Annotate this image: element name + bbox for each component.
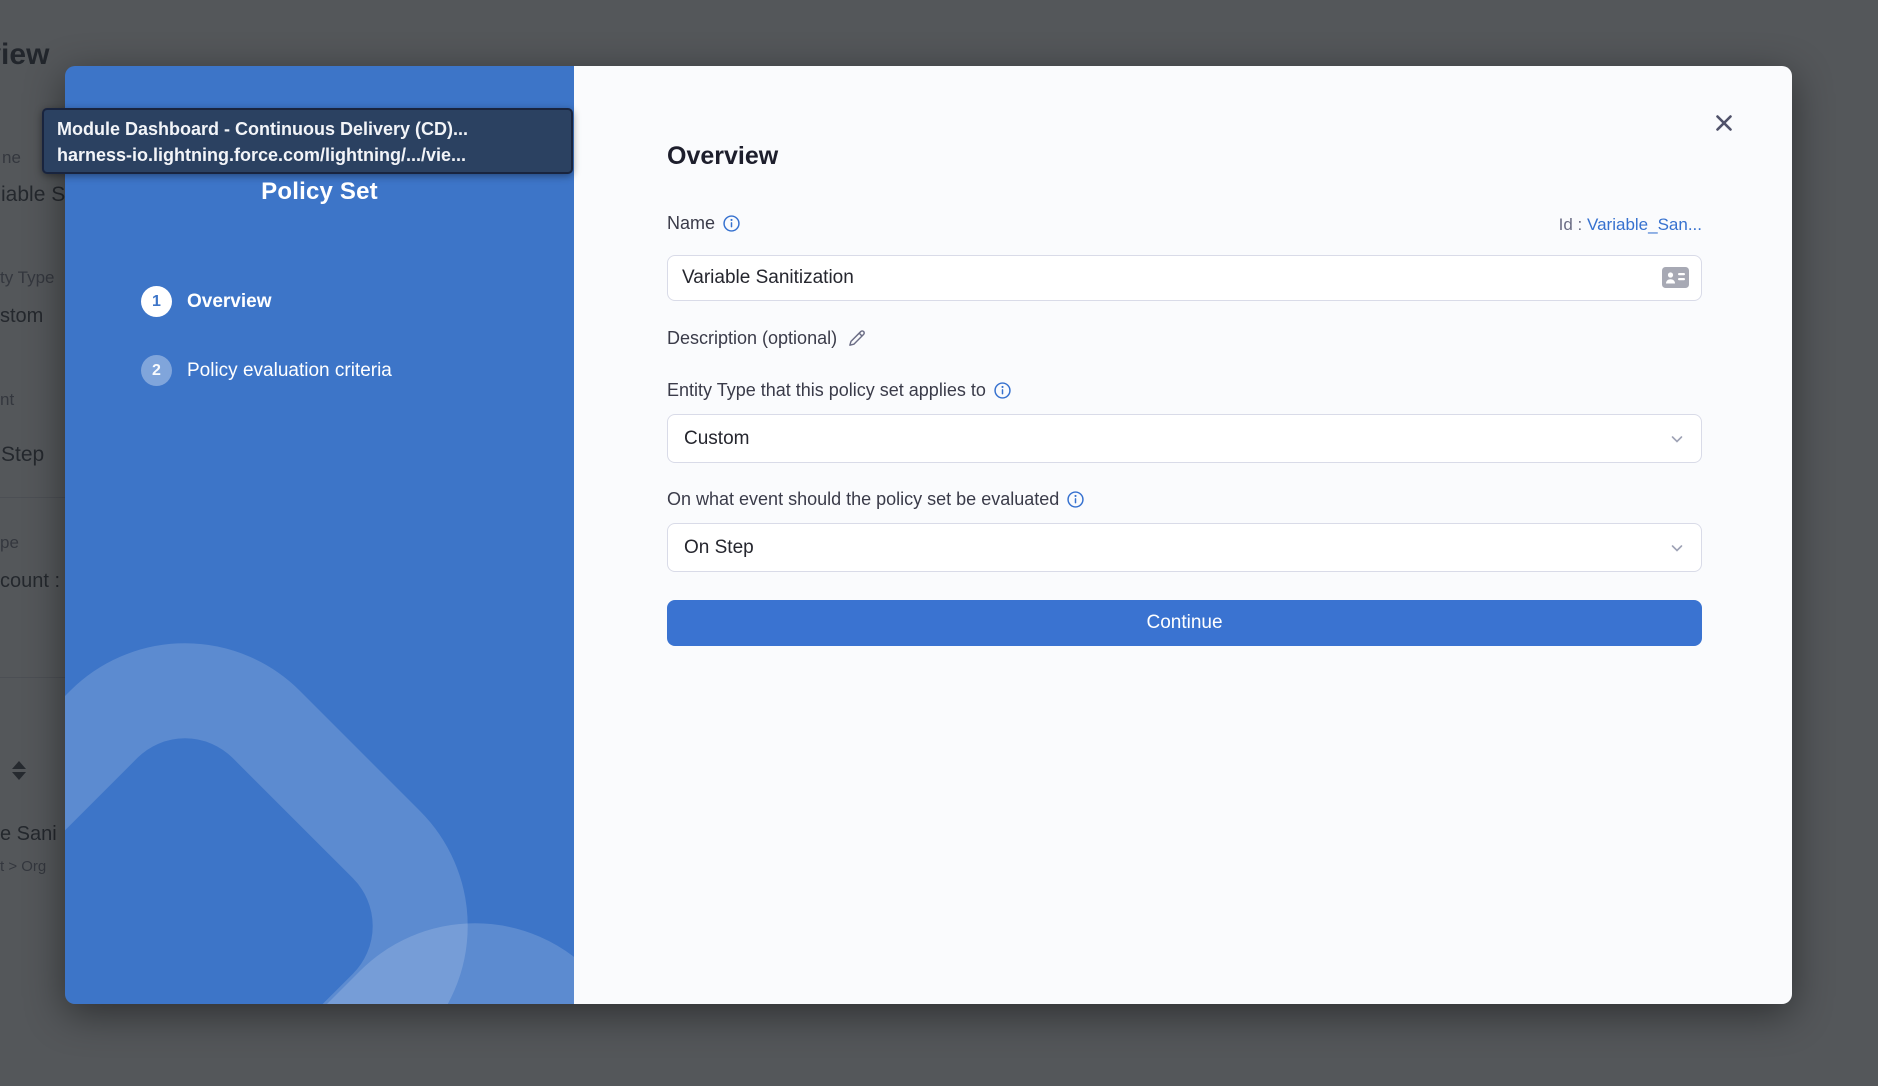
name-input[interactable] bbox=[667, 255, 1702, 301]
continue-button[interactable]: Continue bbox=[667, 600, 1702, 646]
entity-type-label: Entity Type that this policy set applies… bbox=[667, 380, 986, 401]
event-value: On Step bbox=[684, 537, 1669, 559]
close-icon bbox=[1711, 110, 1737, 136]
name-label: Name bbox=[667, 213, 715, 234]
event-label: On what event should the policy set be e… bbox=[667, 489, 1059, 510]
edit-description-button[interactable] bbox=[847, 329, 866, 348]
entity-id: Id : Variable_San... bbox=[1559, 215, 1702, 235]
wizard-step-overview[interactable]: 1 Overview bbox=[141, 286, 272, 317]
pencil-icon bbox=[847, 329, 866, 348]
policy-set-form: Overview Name Id : Variable_San... bbox=[667, 66, 1702, 1004]
id-link[interactable]: Variable_San... bbox=[1587, 215, 1702, 234]
info-icon bbox=[994, 382, 1011, 399]
event-select[interactable]: On Step bbox=[667, 523, 1702, 572]
wizard-step-policy-evaluation-criteria[interactable]: 2 Policy evaluation criteria bbox=[141, 355, 392, 386]
description-label: Description (optional) bbox=[667, 328, 837, 349]
id-card-icon[interactable] bbox=[1662, 267, 1689, 293]
info-icon bbox=[1067, 491, 1084, 508]
step-label: Policy evaluation criteria bbox=[187, 360, 392, 382]
link-preview-tooltip: Module Dashboard - Continuous Delivery (… bbox=[42, 108, 573, 174]
entity-type-select[interactable]: Custom bbox=[667, 414, 1702, 463]
step-label: Overview bbox=[187, 291, 272, 313]
harness-logo-watermark bbox=[65, 66, 574, 1004]
close-button[interactable] bbox=[1708, 107, 1740, 139]
entity-type-info-tooltip[interactable] bbox=[994, 382, 1011, 399]
tooltip-url: harness-io.lightning.force.com/lightning… bbox=[57, 142, 558, 168]
screen: erview ne iable S ty Type stom nt Step p… bbox=[0, 0, 1878, 1086]
wizard-sidebar: Policy Set 1 Overview 2 Policy evaluatio… bbox=[65, 66, 574, 1004]
entity-type-value: Custom bbox=[684, 428, 1669, 450]
wizard-title: Policy Set bbox=[65, 178, 574, 206]
name-info-tooltip[interactable] bbox=[723, 215, 740, 232]
id-prefix: Id : bbox=[1559, 215, 1583, 234]
policy-set-modal: Policy Set 1 Overview 2 Policy evaluatio… bbox=[65, 66, 1792, 1004]
info-icon bbox=[723, 215, 740, 232]
event-info-tooltip[interactable] bbox=[1067, 491, 1084, 508]
step-number-badge: 1 bbox=[141, 286, 172, 317]
chevron-down-icon bbox=[1669, 431, 1685, 447]
chevron-down-icon bbox=[1669, 540, 1685, 556]
tooltip-title: Module Dashboard - Continuous Delivery (… bbox=[57, 116, 558, 142]
form-heading: Overview bbox=[667, 142, 778, 171]
step-number-badge: 2 bbox=[141, 355, 172, 386]
overview-panel: Overview Name Id : Variable_San... bbox=[574, 66, 1792, 1004]
